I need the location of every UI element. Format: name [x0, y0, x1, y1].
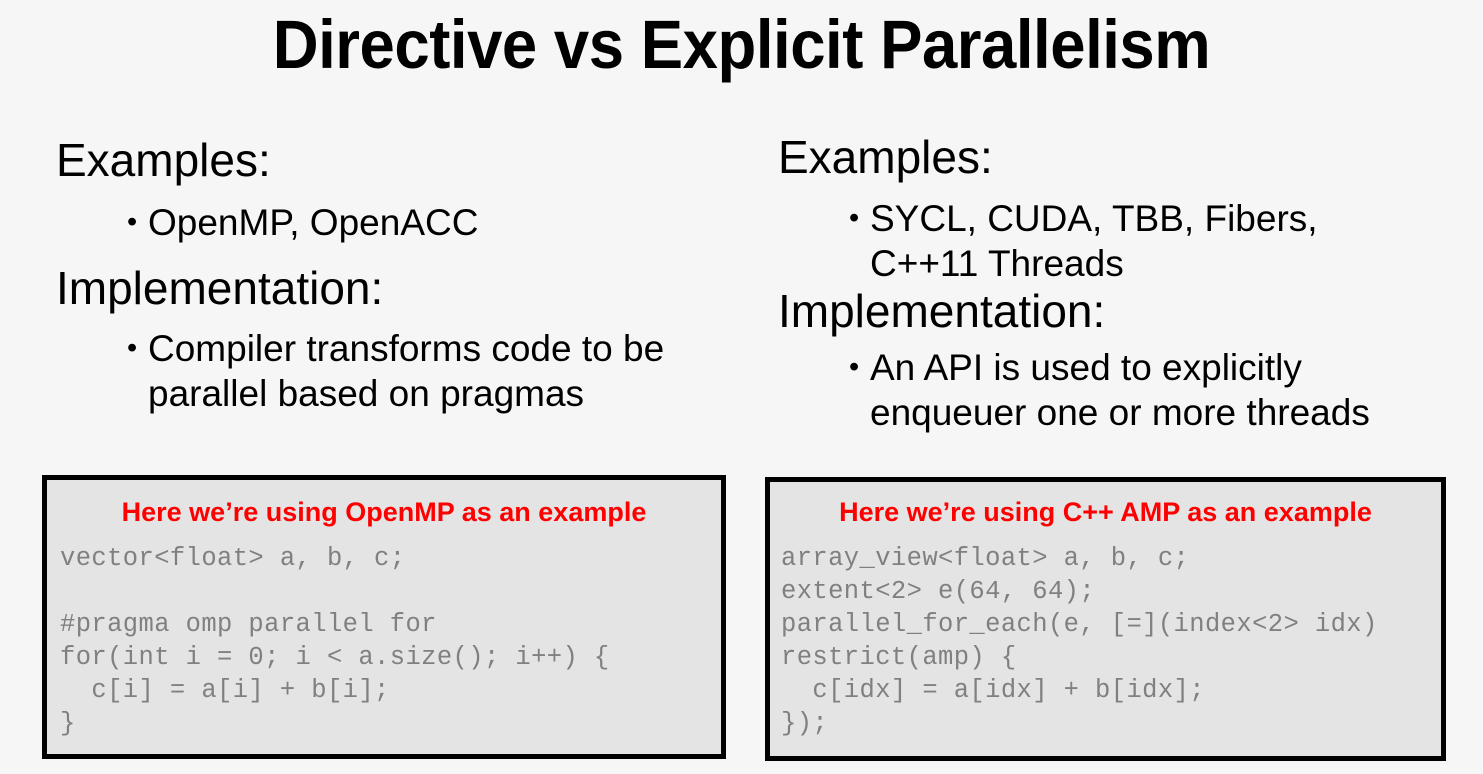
cpp-amp-code-snippet: array_view<float> a, b, c; extent<2> e(6…: [781, 544, 1378, 738]
openmp-code-box: Here we’re using OpenMP as an example ve…: [42, 475, 726, 759]
right-examples-heading: Examples:: [778, 131, 993, 183]
bullet-dot-icon: •: [849, 351, 860, 383]
cpp-amp-code-box: Here we’re using C++ AMP as an example a…: [765, 477, 1446, 761]
right-implementation-heading: Implementation:: [778, 285, 1106, 337]
bullet-dot-icon: •: [127, 332, 138, 364]
right-implementation-bullet-text: An API is used to explicitly enqueuer on…: [870, 347, 1370, 433]
cpp-amp-code-caption: Here we’re using C++ AMP as an example: [839, 497, 1372, 527]
page-title: Directive vs Explicit Parallelism: [272, 6, 1211, 83]
left-examples-bullet-item: • OpenMP, OpenACC: [127, 200, 707, 245]
openmp-code-caption: Here we’re using OpenMP as an example: [121, 497, 647, 527]
right-examples-bullet-item: • SYCL, CUDA, TBB, Fibers, C++11 Threads: [849, 196, 1409, 286]
left-implementation-bullet-item: • Compiler transforms code to be paralle…: [127, 326, 697, 416]
left-implementation-heading: Implementation:: [56, 262, 384, 314]
left-examples-bullet-text: OpenMP, OpenACC: [148, 202, 479, 243]
right-implementation-bullet-item: • An API is used to explicitly enqueuer …: [849, 345, 1389, 435]
right-examples-bullet-text: SYCL, CUDA, TBB, Fibers, C++11 Threads: [870, 198, 1318, 284]
bullet-dot-icon: •: [127, 206, 138, 238]
left-examples-heading: Examples:: [56, 134, 271, 186]
left-implementation-bullet-text: Compiler transforms code to be parallel …: [148, 328, 665, 414]
bullet-dot-icon: •: [849, 202, 860, 234]
openmp-code-snippet: vector<float> a, b, c; #pragma omp paral…: [60, 544, 610, 738]
